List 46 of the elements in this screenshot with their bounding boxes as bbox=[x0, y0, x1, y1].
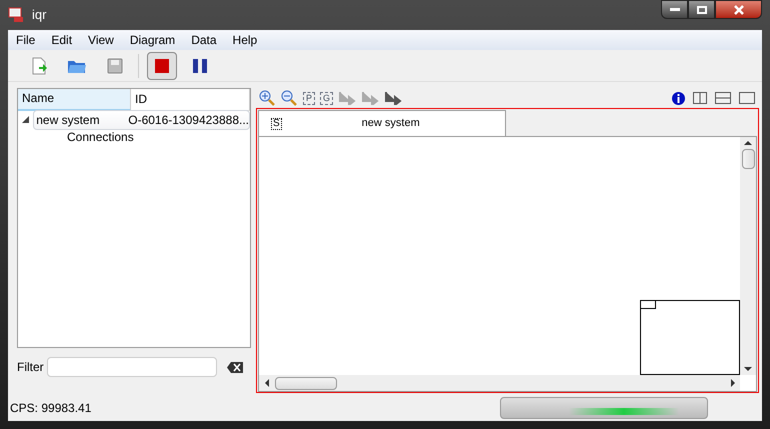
info-icon[interactable] bbox=[672, 92, 685, 104]
diagram-tab[interactable]: S new system bbox=[258, 110, 506, 136]
new-document-icon bbox=[30, 56, 48, 74]
single-view-icon[interactable] bbox=[739, 92, 755, 104]
column-header[interactable]: Name bbox=[18, 89, 131, 111]
tab-label: new system bbox=[362, 116, 420, 132]
split-horizontal-icon[interactable] bbox=[715, 92, 731, 104]
scroll-down-icon[interactable] bbox=[744, 365, 752, 373]
stop-icon bbox=[155, 58, 169, 72]
menu-item[interactable]: Diagram bbox=[122, 31, 184, 49]
window-title: iqr bbox=[32, 6, 46, 24]
filter-field[interactable] bbox=[47, 357, 217, 377]
toolbar-button[interactable] bbox=[147, 52, 177, 80]
maximize-button[interactable] bbox=[688, 0, 715, 19]
clear-icon[interactable] bbox=[227, 362, 243, 372]
menu-item[interactable]: View bbox=[80, 31, 122, 49]
scroll-up-icon[interactable] bbox=[744, 139, 752, 147]
filter-label: Filter bbox=[17, 359, 45, 376]
pause-icon bbox=[193, 58, 207, 72]
scroll-left-icon[interactable] bbox=[263, 379, 271, 387]
close-button[interactable] bbox=[715, 0, 762, 19]
tree-name: new system bbox=[35, 112, 101, 128]
zoom-out-icon[interactable] bbox=[281, 90, 298, 106]
menu-item[interactable]: Data bbox=[183, 31, 225, 49]
app-icon bbox=[8, 7, 24, 23]
arrow-icon[interactable] bbox=[384, 91, 402, 105]
scroll-thumb[interactable] bbox=[742, 149, 754, 169]
letter-icon[interactable]: P bbox=[303, 92, 316, 104]
cps-status: CPS: 99983.41 bbox=[10, 400, 92, 417]
letter-icon[interactable]: G bbox=[320, 92, 334, 104]
tab-icon: S bbox=[271, 118, 282, 130]
menu-item[interactable]: Edit bbox=[43, 31, 80, 49]
tree-row[interactable]: Connections bbox=[42, 126, 138, 146]
horizontal-scrollbar[interactable] bbox=[259, 375, 740, 391]
menu-item[interactable]: Help bbox=[224, 31, 266, 49]
vertical-scrollbar[interactable] bbox=[740, 137, 756, 375]
menu-item[interactable]: File bbox=[8, 31, 44, 49]
expand-arrow-icon[interactable] bbox=[22, 116, 29, 123]
zoom-in-icon[interactable] bbox=[259, 90, 276, 106]
minimize-button[interactable] bbox=[661, 0, 688, 19]
close-icon bbox=[732, 4, 744, 14]
scroll-thumb[interactable] bbox=[275, 376, 337, 390]
tree-row[interactable]: new system O-6016-1309423888... bbox=[33, 110, 250, 130]
scroll-right-icon[interactable] bbox=[729, 379, 737, 387]
tree-id: O-6016-1309423888... bbox=[128, 112, 249, 128]
split-vertical-icon[interactable] bbox=[693, 92, 707, 104]
